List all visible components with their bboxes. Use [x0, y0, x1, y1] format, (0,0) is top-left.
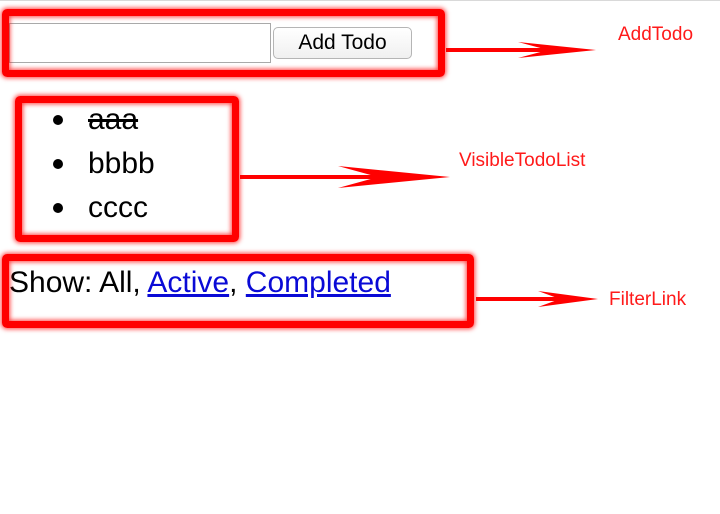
- arrow-add-todo-icon: [446, 42, 596, 58]
- arrow-visible-todo-list-icon: [240, 166, 450, 188]
- filter-link-annotation-label: FilterLink: [609, 289, 687, 310]
- visible-todo-list-annotation-label: VisibleTodoList: [459, 150, 586, 171]
- add-todo-annotation-label: AddTodo: [618, 24, 694, 45]
- add-todo-highlight-box: [2, 9, 445, 77]
- todo-list-highlight-box: [15, 96, 239, 242]
- top-divider: [0, 0, 720, 1]
- arrow-filter-link-icon: [476, 291, 598, 307]
- filter-link-highlight-box: [2, 254, 474, 328]
